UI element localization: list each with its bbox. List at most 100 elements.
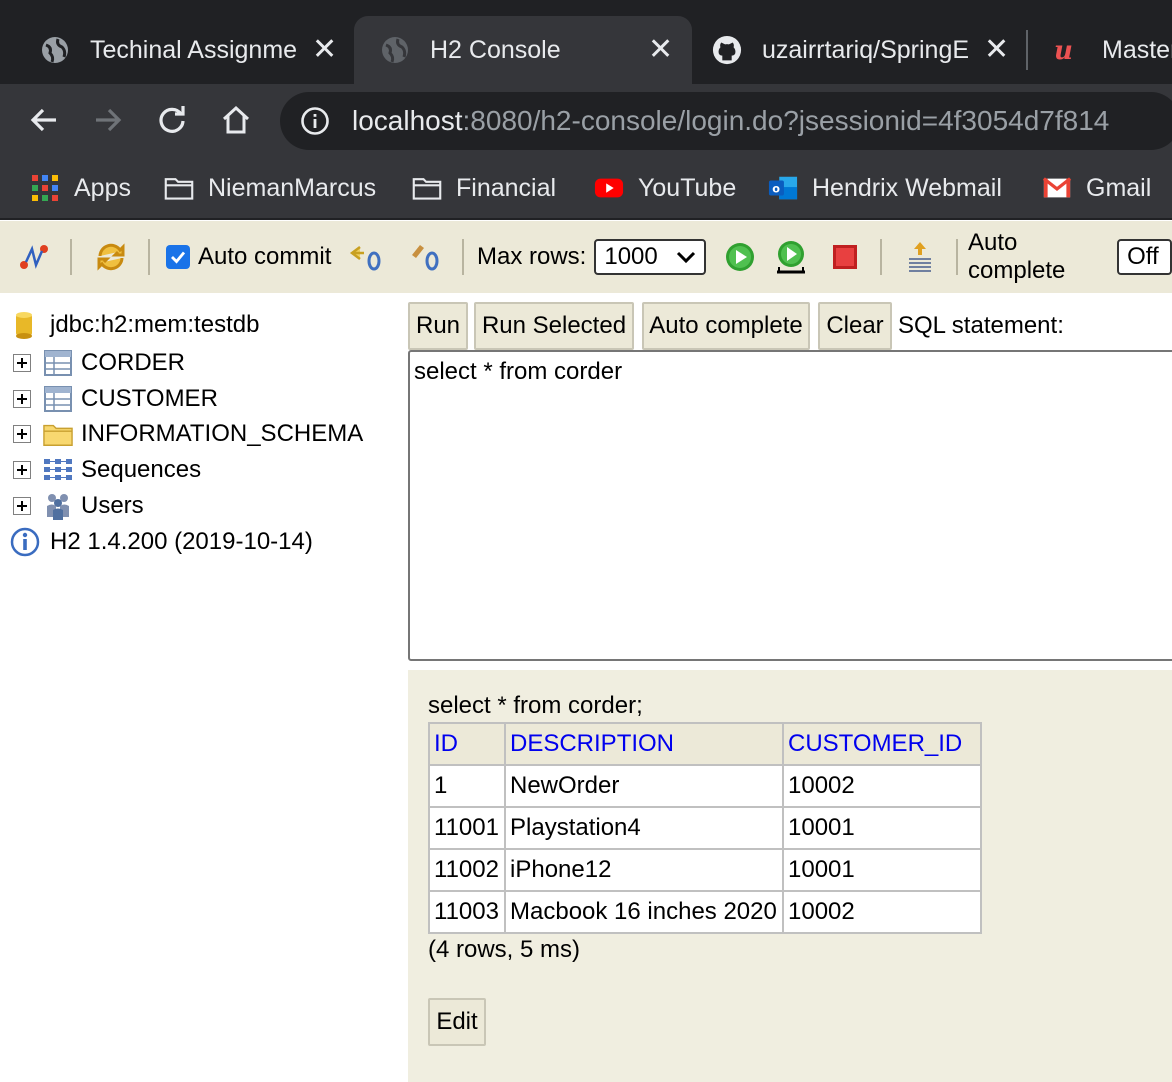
reload-button[interactable]: [150, 98, 194, 142]
folder-icon: [412, 173, 442, 203]
browser-navbar: localhost:8080/h2-console/login.do?jsess…: [0, 84, 1172, 156]
refresh-button[interactable]: [94, 239, 128, 275]
commit-icon: [412, 245, 439, 271]
clear-button[interactable]: Clear: [818, 302, 892, 350]
max-rows-select[interactable]: 1000: [594, 239, 707, 275]
cell-description: Macbook 16 inches 2020: [504, 890, 784, 934]
reload-icon: [159, 106, 185, 133]
tab-title: Techinal Assignme: [90, 35, 298, 64]
bookmark-label: Gmail: [1086, 173, 1152, 202]
info-icon[interactable]: [300, 106, 330, 136]
table-icon: [43, 384, 73, 414]
bookmark-gmail[interactable]: Gmail: [1042, 170, 1151, 206]
table-icon: [43, 348, 73, 378]
column-header-id[interactable]: ID: [428, 722, 506, 766]
expand-icon[interactable]: [13, 354, 31, 372]
folder-icon: [164, 173, 194, 203]
stop-icon: [833, 245, 857, 269]
forward-button[interactable]: [86, 98, 130, 142]
table-row: 11001 Playstation4 10001: [428, 806, 982, 850]
column-header-description[interactable]: DESCRIPTION: [504, 722, 784, 766]
expand-icon[interactable]: [13, 425, 31, 443]
tab-github[interactable]: uzairrtariq/SpringE ✕: [692, 16, 1026, 84]
tab-h2-console[interactable]: H2 Console ✕: [354, 16, 692, 84]
toolbar-separator: [880, 239, 882, 275]
run-button-toolbar[interactable]: [724, 239, 756, 275]
run-button[interactable]: Run: [408, 302, 468, 350]
cell-id: 11001: [428, 806, 506, 850]
tree-item-sequences[interactable]: Sequences: [13, 453, 201, 487]
tree-version: H2 1.4.200 (2019-10-14): [10, 525, 313, 559]
toolbar-separator: [956, 239, 958, 275]
bookmark-financial[interactable]: Financial: [412, 170, 556, 206]
cell-id: 11003: [428, 890, 506, 934]
auto-commit-checkbox[interactable]: Auto commit: [166, 239, 331, 275]
history-button[interactable]: [904, 239, 936, 275]
close-icon[interactable]: ✕: [648, 35, 673, 65]
column-header-customer-id[interactable]: CUSTOMER_ID: [782, 722, 982, 766]
rollback-button[interactable]: [348, 239, 384, 275]
close-icon[interactable]: ✕: [312, 35, 337, 65]
expand-icon[interactable]: [13, 461, 31, 479]
auto-complete-button[interactable]: Auto complete: [642, 302, 810, 350]
bookmark-label: Financial: [456, 173, 557, 202]
commit-button[interactable]: [408, 239, 442, 275]
cell-customer-id: 10002: [782, 890, 982, 934]
bookmark-label: YouTube: [638, 173, 737, 202]
sequences-icon: [43, 455, 73, 485]
globe-icon: [40, 35, 70, 65]
tree-item-label: Sequences: [81, 456, 202, 483]
tree-item-information-schema[interactable]: INFORMATION_SCHEMA: [13, 417, 363, 451]
bookmark-youtube[interactable]: YouTube: [594, 170, 736, 206]
home-button[interactable]: [214, 98, 258, 142]
cell-customer-id: 10001: [782, 806, 982, 850]
sql-editor[interactable]: select * from corder: [408, 350, 1172, 661]
tree-item-corder[interactable]: CORDER: [13, 346, 185, 380]
auto-complete-select[interactable]: Off: [1117, 239, 1172, 275]
address-bar[interactable]: localhost:8080/h2-console/login.do?jsess…: [280, 92, 1172, 150]
gmail-icon: [1042, 173, 1072, 203]
run-selected-button-toolbar[interactable]: [774, 239, 808, 275]
max-rows-value: 1000: [604, 243, 658, 270]
bookmark-niemanmarcus[interactable]: NiemanMarcus: [164, 170, 376, 206]
tab-title: uzairrtariq/SpringE: [762, 35, 970, 64]
chevron-down-icon: [677, 251, 696, 264]
database-icon: [12, 310, 36, 340]
tree-item-users[interactable]: Users: [13, 489, 144, 523]
disconnect-button[interactable]: [18, 239, 50, 275]
close-icon[interactable]: ✕: [984, 35, 1009, 65]
cell-customer-id: 10002: [782, 764, 982, 808]
bookmark-apps[interactable]: Apps: [30, 170, 131, 206]
max-rows-control: Max rows: 1000: [477, 239, 707, 275]
tree-item-customer[interactable]: CUSTOMER: [13, 382, 218, 416]
youtube-icon: [594, 173, 624, 203]
cell-description: iPhone12: [504, 848, 784, 892]
toolbar-separator: [70, 239, 72, 275]
url-path: :8080/h2-console/login.do?jsessionid=4f3…: [462, 105, 1110, 136]
url-host: localhost: [352, 105, 463, 136]
udemy-icon: u: [1052, 35, 1082, 65]
query-panel: Run Run Selected Auto complete Clear SQL…: [400, 294, 1172, 670]
tree-connection[interactable]: jdbc:h2:mem:testdb: [12, 308, 259, 342]
back-button[interactable]: [22, 98, 66, 142]
info-icon: [10, 527, 40, 557]
bookmark-hendrix-webmail[interactable]: o Hendrix Webmail: [768, 170, 1002, 206]
stop-button[interactable]: [830, 239, 860, 275]
expand-icon[interactable]: [13, 390, 31, 408]
rollback-icon: [349, 246, 381, 271]
tab-master[interactable]: u Master: [1040, 16, 1172, 84]
cell-description: NewOrder: [504, 764, 784, 808]
expand-icon[interactable]: [13, 497, 31, 515]
auto-commit-label: Auto commit: [198, 243, 332, 270]
bookmark-label: Apps: [74, 173, 131, 202]
run-selected-button[interactable]: Run Selected: [474, 302, 634, 350]
home-icon: [222, 105, 250, 134]
bookmark-label: NiemanMarcus: [208, 173, 377, 202]
browser-tab-strip: Techinal Assignme ✕ H2 Console ✕ uzairrt…: [0, 0, 1172, 84]
max-rows-label: Max rows:: [477, 243, 587, 270]
edit-button[interactable]: Edit: [428, 998, 486, 1046]
tab-techinal-assignment[interactable]: Techinal Assignme ✕: [20, 16, 354, 84]
globe-icon: [380, 35, 410, 65]
tab-title: H2 Console: [430, 35, 561, 64]
checkbox-checked-icon: [166, 245, 190, 269]
